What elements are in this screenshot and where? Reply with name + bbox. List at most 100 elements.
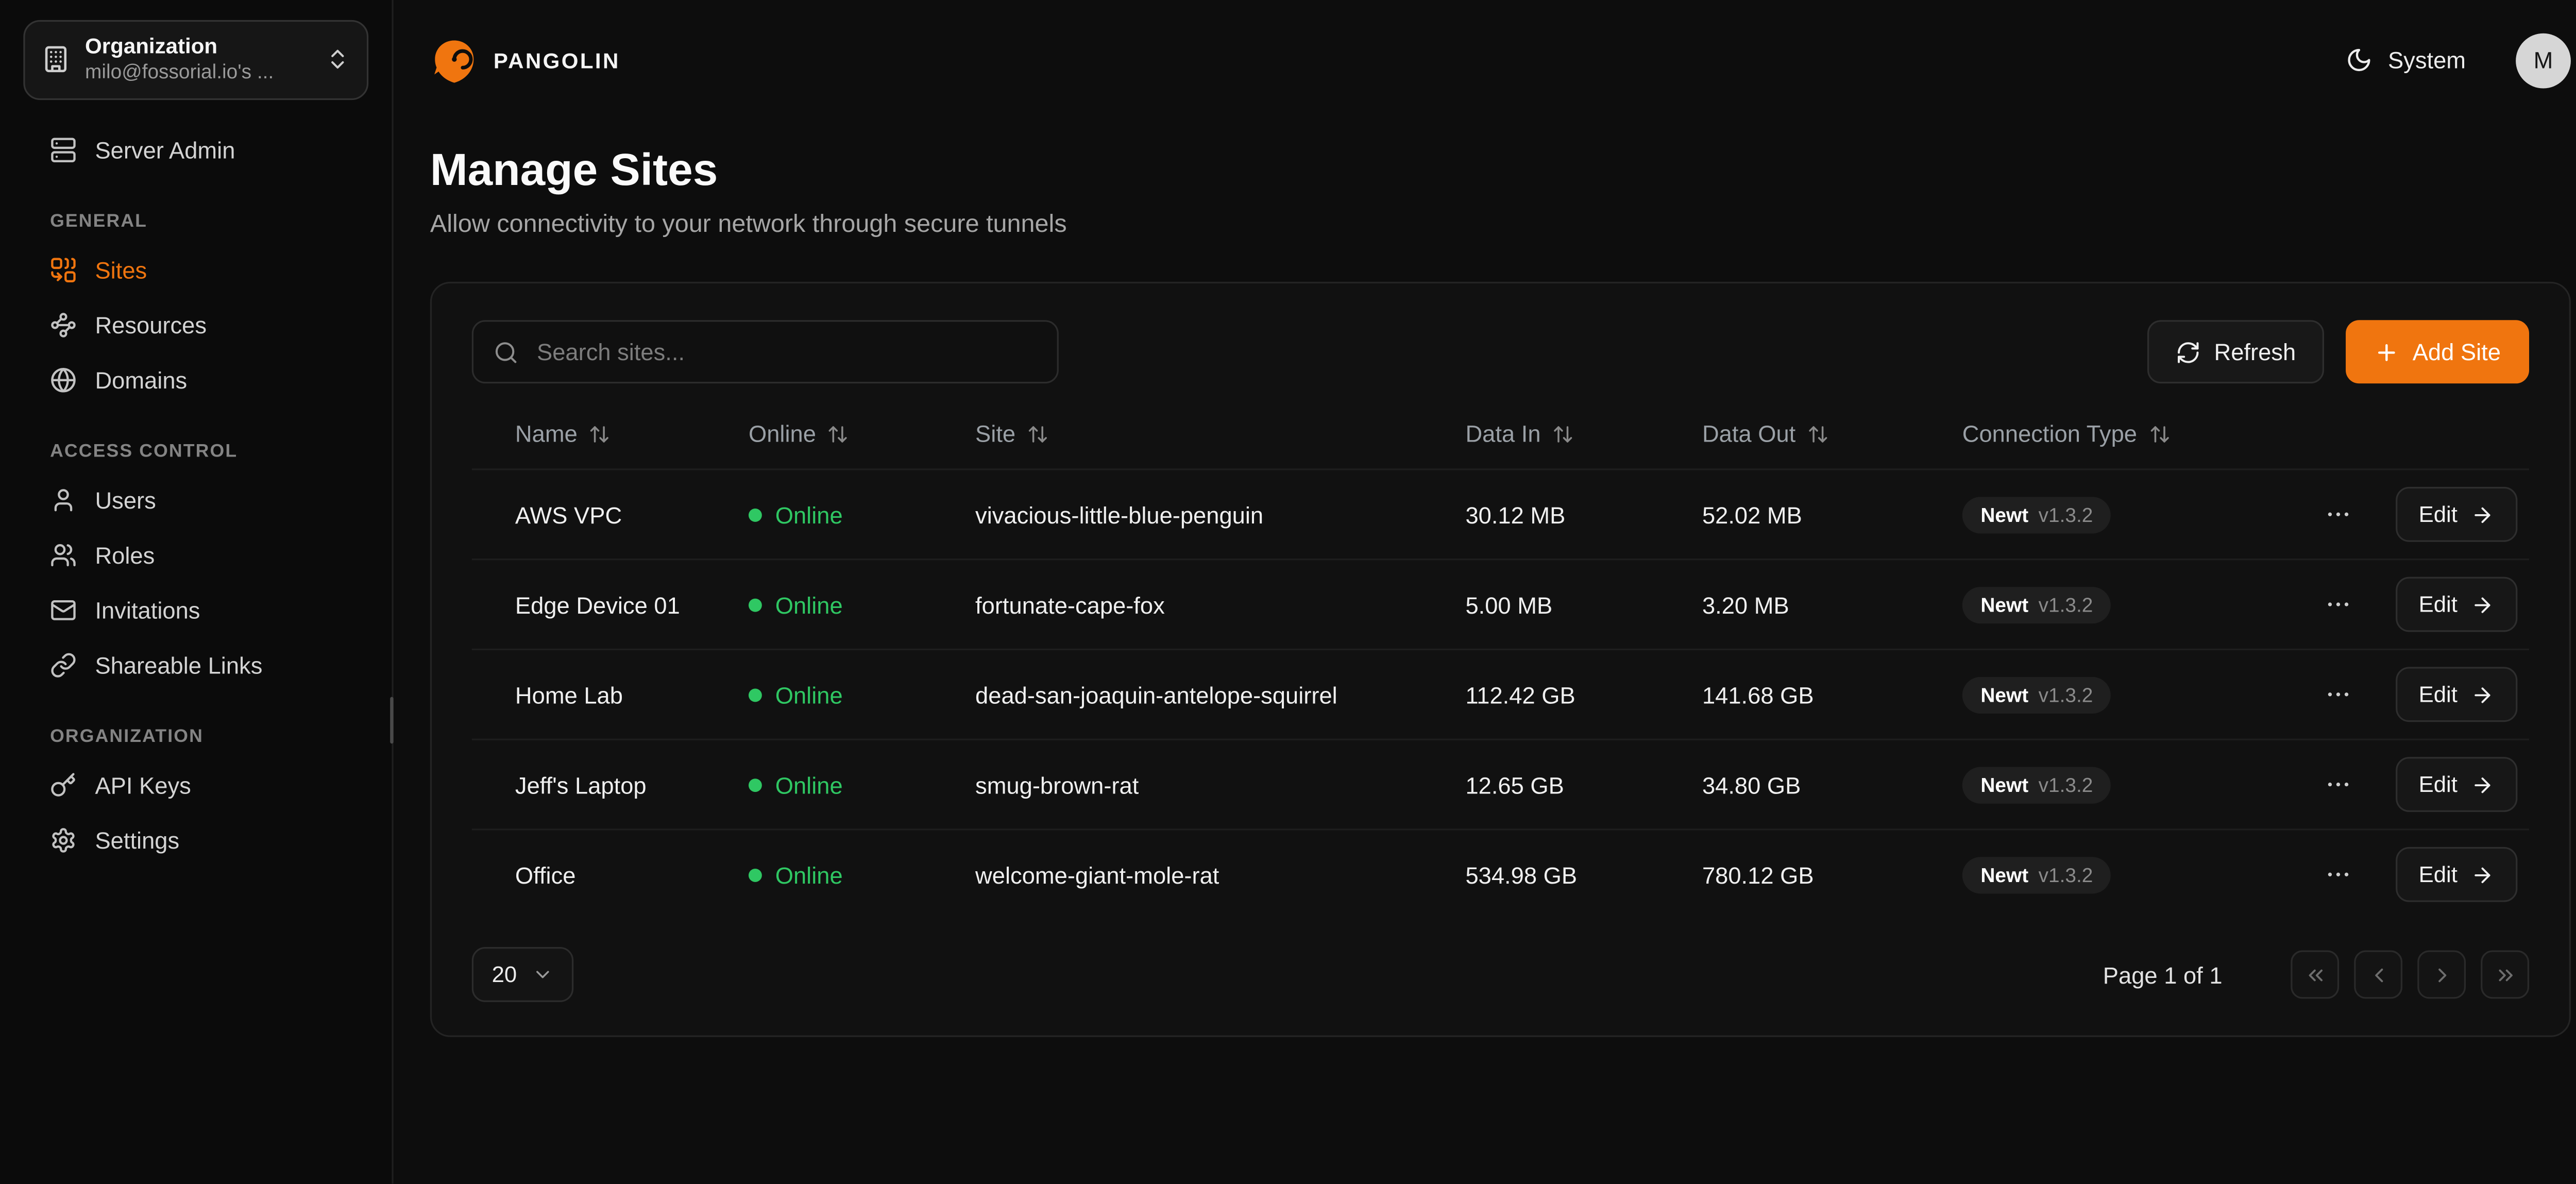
sidebar-item-domains[interactable]: Domains xyxy=(0,353,392,409)
sidebar-item-roles[interactable]: Roles xyxy=(0,528,392,583)
sidebar-item-shareable-links[interactable]: Shareable Links xyxy=(0,638,392,694)
sidebar-resize-handle[interactable] xyxy=(390,697,393,744)
theme-label: System xyxy=(2388,47,2466,74)
column-header-data-in[interactable]: Data In xyxy=(1465,421,1574,448)
site-name-cell: Home Lab xyxy=(472,682,749,708)
sidebar-item-label: Domains xyxy=(95,366,187,395)
row-menu-button[interactable] xyxy=(2317,494,2359,536)
section-label-access-control: ACCESS CONTROL xyxy=(0,408,392,473)
gear-icon xyxy=(50,827,77,854)
column-header-site[interactable]: Site xyxy=(975,421,1049,448)
sort-icon xyxy=(1027,424,1049,445)
sort-icon xyxy=(589,424,611,445)
refresh-icon xyxy=(2176,340,2201,365)
sidebar-item-label: API Keys xyxy=(95,772,191,800)
search-box xyxy=(472,321,1059,384)
connection-type-badge: Newt v1.3.2 xyxy=(1962,497,2111,533)
data-out-cell: 141.68 GB xyxy=(1702,682,1962,708)
sites-toolbar: Refresh Add Site xyxy=(472,321,2529,384)
data-in-cell: 12.65 GB xyxy=(1465,772,1702,799)
topbar: PANGOLIN System M xyxy=(394,0,2576,120)
arrow-right-icon xyxy=(2471,773,2494,797)
waypoints-icon xyxy=(50,312,77,339)
sidebar-item-users[interactable]: Users xyxy=(0,473,392,529)
user-avatar[interactable]: M xyxy=(2516,32,2571,88)
table-footer: 20 Page 1 of 1 xyxy=(472,948,2529,1003)
arrow-right-icon xyxy=(2471,864,2494,887)
data-in-cell: 5.00 MB xyxy=(1465,591,1702,618)
sidebar-item-label: Roles xyxy=(95,542,155,570)
online-status-label: Online xyxy=(775,682,843,708)
edit-button[interactable]: Edit xyxy=(2395,578,2517,633)
sidebar-item-server-admin[interactable]: Server Admin xyxy=(0,123,392,178)
column-header-name[interactable]: Name xyxy=(515,421,611,448)
user-icon xyxy=(50,487,77,514)
edit-button[interactable]: Edit xyxy=(2395,757,2517,813)
row-menu-button[interactable] xyxy=(2317,764,2359,806)
sidebar-item-settings[interactable]: Settings xyxy=(0,814,392,869)
site-name-cell: Jeff's Laptop xyxy=(472,772,749,799)
sidebar-item-label: Users xyxy=(95,486,156,515)
chevron-left-icon xyxy=(2367,963,2390,987)
site-online-cell: Online xyxy=(749,862,975,889)
org-switcher[interactable]: Organization milo@fossorial.io's ... xyxy=(23,20,368,100)
add-site-button[interactable]: Add Site xyxy=(2346,321,2529,384)
data-in-cell: 30.12 MB xyxy=(1465,502,1702,529)
online-status-dot xyxy=(749,779,762,792)
pagination-first-button[interactable] xyxy=(2291,951,2339,1000)
site-online-cell: Online xyxy=(749,682,975,708)
org-picker-title: Organization xyxy=(85,33,310,61)
sidebar-item-api-keys[interactable]: API Keys xyxy=(0,758,392,814)
pagination-last-button[interactable] xyxy=(2481,951,2529,1000)
sidebar-item-resources[interactable]: Resources xyxy=(0,298,392,353)
table-row: Edge Device 01 Online fortunate-cape-fox… xyxy=(472,559,2529,649)
pagination-next-button[interactable] xyxy=(2417,951,2466,1000)
users-group-icon xyxy=(50,543,77,569)
refresh-button[interactable]: Refresh xyxy=(2147,321,2324,384)
site-tunnel-cell: welcome-giant-mole-rat xyxy=(975,862,1465,889)
section-label-organization: ORGANIZATION xyxy=(0,694,392,758)
connection-type-badge: Newt v1.3.2 xyxy=(1962,767,2111,803)
page-size-select[interactable]: 20 xyxy=(472,948,573,1003)
online-status-label: Online xyxy=(775,591,843,618)
sort-icon xyxy=(2149,424,2171,445)
row-menu-button[interactable] xyxy=(2317,854,2359,896)
edit-button[interactable]: Edit xyxy=(2395,668,2517,723)
column-header-connection-type[interactable]: Connection Type xyxy=(1962,421,2171,448)
edit-button[interactable]: Edit xyxy=(2395,487,2517,543)
chevrons-left-icon xyxy=(2303,963,2327,987)
online-status-label: Online xyxy=(775,772,843,799)
sites-combine-icon xyxy=(50,257,77,284)
ellipsis-icon xyxy=(2324,681,2352,709)
pagination-prev-button[interactable] xyxy=(2354,951,2402,1000)
pangolin-logo-icon xyxy=(430,36,479,84)
row-menu-button[interactable] xyxy=(2317,674,2359,716)
theme-toggle-button[interactable]: System xyxy=(2333,37,2479,83)
sort-icon xyxy=(1552,424,1574,445)
table-row: Jeff's Laptop Online smug-brown-rat 12.6… xyxy=(472,739,2529,830)
sidebar-item-sites[interactable]: Sites xyxy=(0,243,392,298)
connection-type-badge: Newt v1.3.2 xyxy=(1962,676,2111,713)
sidebar-item-label: Shareable Links xyxy=(95,652,262,680)
link-icon xyxy=(50,652,77,679)
ellipsis-icon xyxy=(2324,501,2352,529)
edit-button[interactable]: Edit xyxy=(2395,848,2517,903)
search-sites-input[interactable] xyxy=(534,337,1037,367)
column-header-online[interactable]: Online xyxy=(749,421,850,448)
site-online-cell: Online xyxy=(749,772,975,799)
arrow-right-icon xyxy=(2471,503,2494,527)
page-subtitle: Allow connectivity to your network throu… xyxy=(430,208,2571,243)
row-menu-button[interactable] xyxy=(2317,584,2359,626)
plus-icon xyxy=(2374,340,2399,365)
chevron-right-icon xyxy=(2430,963,2453,987)
data-out-cell: 780.12 GB xyxy=(1702,862,1962,889)
online-status-label: Online xyxy=(775,502,843,529)
table-row: Office Online welcome-giant-mole-rat 534… xyxy=(472,830,2529,920)
online-status-label: Online xyxy=(775,862,843,889)
chevrons-right-icon xyxy=(2493,963,2516,987)
globe-icon xyxy=(50,367,77,394)
sidebar-item-label: Resources xyxy=(95,312,207,340)
column-header-data-out[interactable]: Data Out xyxy=(1702,421,1829,448)
online-status-dot xyxy=(749,688,762,702)
sidebar-item-invitations[interactable]: Invitations xyxy=(0,583,392,638)
